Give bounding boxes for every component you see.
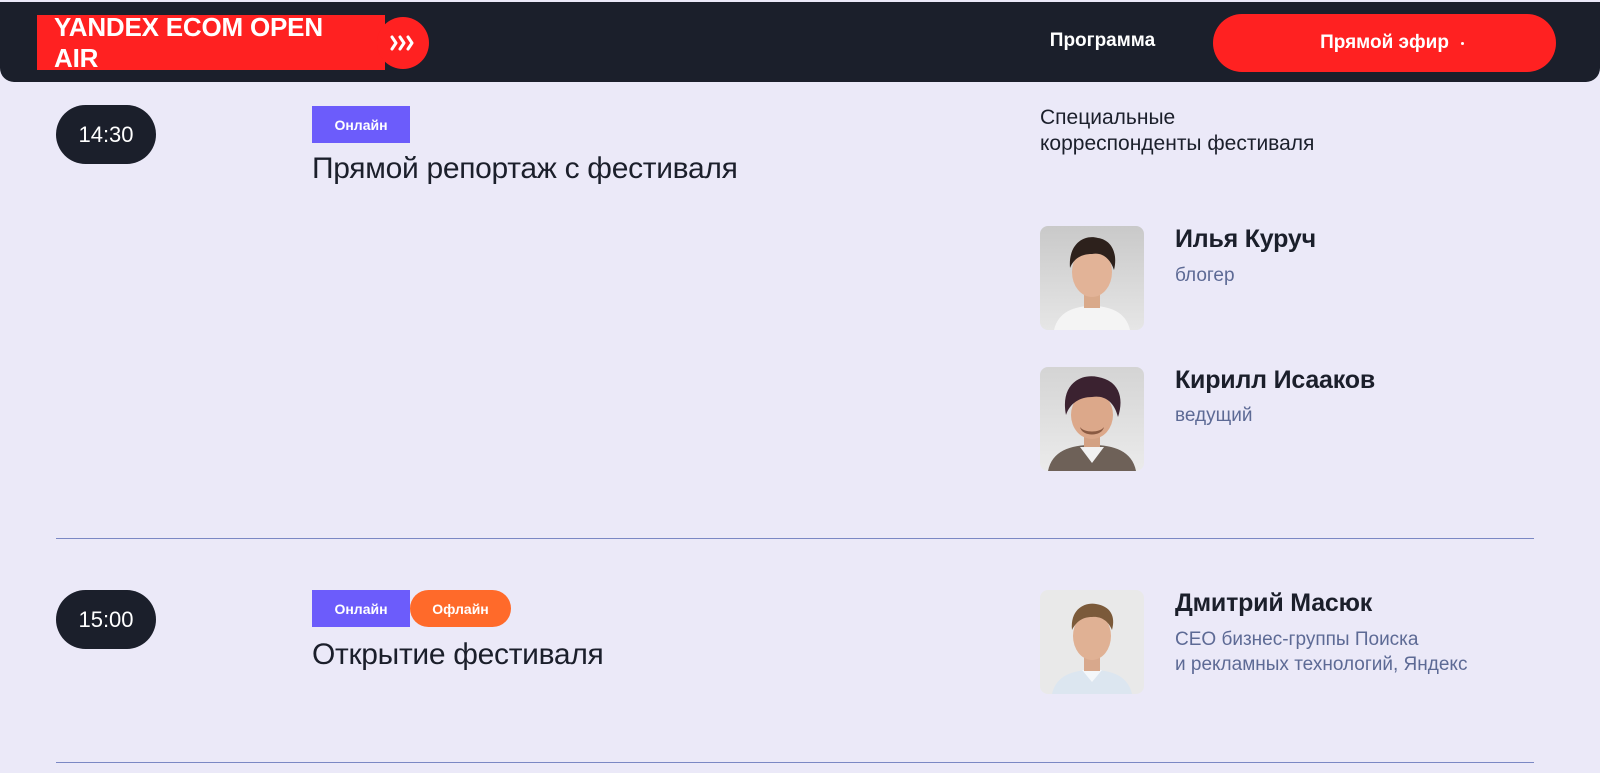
festival-logo[interactable]: YANDEX ECOM OPEN AIR [37, 12, 429, 73]
offline-tag: Офлайн [410, 590, 511, 627]
session-divider [56, 538, 1534, 539]
speaker-name: Кирилл Исааков [1175, 366, 1375, 394]
nav-program-link[interactable]: Программа [1040, 30, 1165, 52]
logo-text: YANDEX ECOM OPEN AIR [37, 12, 385, 73]
speaker-photo[interactable] [1040, 226, 1144, 330]
speaker-name: Дмитрий Масюк [1175, 589, 1373, 617]
top-header: YANDEX ECOM OPEN AIR Программа Прямой эф… [0, 2, 1600, 82]
speaker-role: ведущий [1175, 405, 1253, 426]
live-indicator-dot [1461, 42, 1464, 45]
session-time: 14:30 [56, 105, 156, 164]
online-tag: Онлайн [312, 590, 410, 627]
speakers-heading: Специальные корреспонденты фестиваля [1040, 106, 1315, 155]
session-title[interactable]: Открытие фестиваля [312, 638, 604, 672]
session-divider [56, 762, 1534, 763]
live-stream-button[interactable]: Прямой эфир [1213, 14, 1556, 72]
speaker-role: CEO бизнес-группы Поиска и рекламных тех… [1175, 627, 1467, 677]
program-page: YANDEX ECOM OPEN AIR Программа Прямой эф… [0, 0, 1600, 773]
session-time: 15:00 [56, 590, 156, 649]
live-stream-label: Прямой эфир [1320, 32, 1449, 53]
triple-chevron-icon [377, 16, 429, 69]
speaker-role-line: и рекламных технологий, Яндекс [1175, 654, 1468, 675]
session-title[interactable]: Прямой репортаж с фестиваля [312, 152, 738, 186]
speaker-name: Илья Куруч [1175, 225, 1316, 253]
speaker-photo[interactable] [1040, 590, 1144, 694]
speaker-photo[interactable] [1040, 367, 1144, 471]
session-tags: Онлайн [312, 106, 410, 143]
speaker-role: блогер [1175, 265, 1235, 286]
session-tags: Онлайн Офлайн [312, 590, 511, 627]
speaker-role-line: CEO бизнес-группы Поиска [1175, 629, 1419, 650]
online-tag: Онлайн [312, 106, 410, 143]
